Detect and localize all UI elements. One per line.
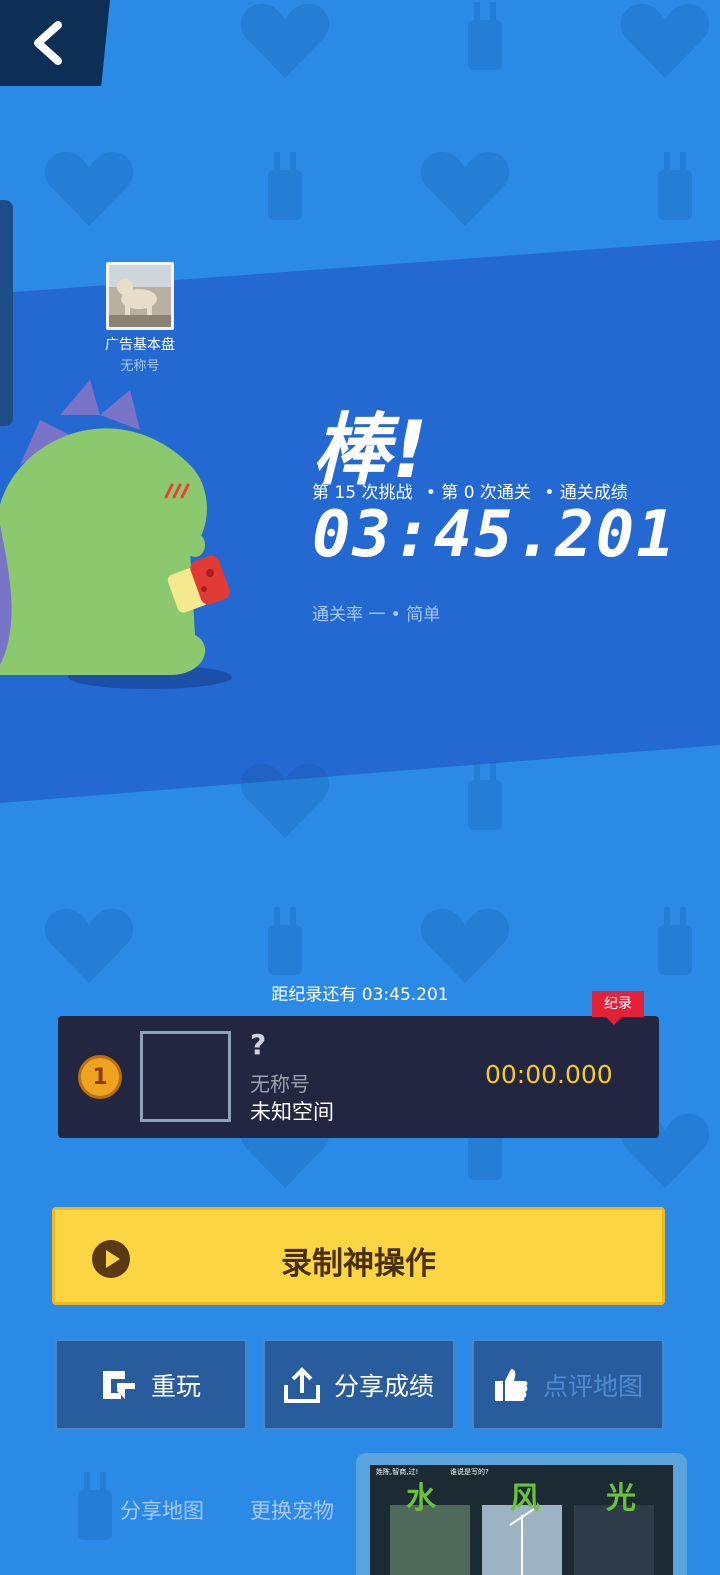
share-map-link[interactable]: 分享地图 xyxy=(120,1495,204,1525)
share-score-label: 分享成绩 xyxy=(333,1371,434,1401)
plug-icon xyxy=(658,152,692,220)
heart-icon xyxy=(420,908,510,983)
thumbs-up-icon xyxy=(494,1368,528,1401)
share-score-button[interactable]: 分享成绩 xyxy=(263,1339,455,1430)
rank-badge: 1 xyxy=(78,1055,122,1099)
replay-label: 重玩 xyxy=(150,1371,201,1401)
chevron-left-icon xyxy=(34,21,62,65)
dog-photo xyxy=(109,265,171,327)
heart-icon xyxy=(240,3,330,79)
record-card[interactable]: 1 ? 无称号 未知空间 00:00.000 xyxy=(58,1016,659,1138)
review-map-button[interactable]: 点评地图 xyxy=(472,1339,664,1430)
video-preview-image: 姓陈,智商,过! 谁说是写的? 水 风 光 xyxy=(370,1465,673,1575)
heart-icon xyxy=(620,3,710,79)
ad-word-light: 光 xyxy=(606,1481,636,1516)
author-info: 广告基本盘 无称号 xyxy=(95,262,185,374)
ad-word-water: 水 xyxy=(406,1481,436,1516)
author-title: 无称号 xyxy=(120,359,160,374)
heart-icon xyxy=(44,908,134,983)
back-button[interactable] xyxy=(0,0,110,86)
heart-icon xyxy=(420,151,510,226)
record-holder-avatar xyxy=(140,1031,231,1122)
heart-icon xyxy=(240,763,330,838)
ad-word-wind: 风 xyxy=(510,1481,540,1516)
pass-rate: 通关率 一 • 简单 xyxy=(312,605,441,625)
record-time: 00:00.000 xyxy=(485,1060,613,1089)
plug-icon xyxy=(468,762,502,830)
plug-icon xyxy=(468,2,502,70)
record-highlight-label: 录制神操作 xyxy=(281,1246,436,1282)
review-map-label: 点评地图 xyxy=(542,1371,643,1401)
author-name: 广告基本盘 xyxy=(105,337,175,353)
share-icon xyxy=(283,1366,320,1403)
plug-icon xyxy=(268,152,302,220)
ad-caption-2: 谁说是写的? xyxy=(450,1468,489,1476)
record-tag: 纪录 xyxy=(592,991,644,1025)
record-holder-title: 无称号 xyxy=(250,1072,310,1096)
video-preview-card[interactable]: 姓陈,智商,过! 谁说是写的? 水 风 光 xyxy=(356,1453,687,1575)
replay-button[interactable]: 重玩 xyxy=(55,1339,247,1430)
heart-icon xyxy=(44,151,134,226)
author-avatar[interactable] xyxy=(106,262,174,330)
dinosaur-mascot xyxy=(0,380,232,689)
replay-icon xyxy=(102,1370,135,1399)
record-holder-name: ? xyxy=(250,1028,267,1061)
change-pet-link[interactable]: 更换宠物 xyxy=(250,1495,334,1525)
clear-time: 03:45.201 xyxy=(312,498,677,572)
record-highlight-button[interactable]: 录制神操作 xyxy=(52,1207,665,1305)
record-holder-space: 未知空间 xyxy=(250,1100,334,1124)
